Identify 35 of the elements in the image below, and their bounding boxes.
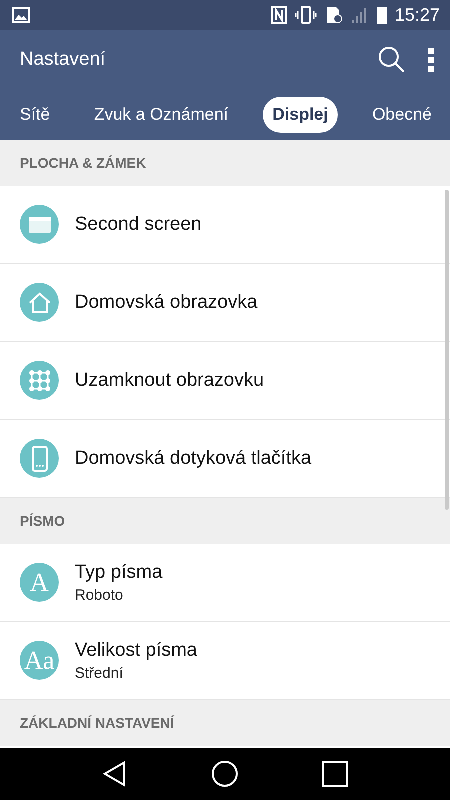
tab[interactable]: Zvuk a Oznámení xyxy=(84,97,239,133)
setting-title: Domovská obrazovka xyxy=(75,292,258,314)
window-icon xyxy=(28,216,52,234)
battery-icon xyxy=(376,6,387,24)
tab[interactable]: Displej xyxy=(262,97,338,133)
font-icon: Aa xyxy=(20,641,59,680)
setting-value: Roboto xyxy=(75,586,124,604)
section-title: PLOCHA & ZÁMEK xyxy=(20,155,146,171)
screen-title: Nastavení xyxy=(20,49,107,71)
tab[interactable]: Sítě xyxy=(10,97,60,133)
search-icon[interactable] xyxy=(378,46,406,74)
setting-title: Typ písma xyxy=(75,562,163,584)
image-icon xyxy=(12,7,30,23)
vibrate-icon xyxy=(294,6,317,24)
setting-title: Uzamknout obrazovku xyxy=(75,370,264,392)
dot-grid-icon xyxy=(28,370,50,392)
setting-title: Velikost písma xyxy=(75,640,198,662)
setting-value: Střední xyxy=(75,664,124,682)
recents-icon[interactable] xyxy=(322,761,348,787)
sd-card-icon xyxy=(324,6,343,24)
font-icon: A xyxy=(20,563,59,602)
clock: 15:27 xyxy=(394,4,440,26)
home-icon xyxy=(28,292,52,314)
setting-title: Domovská dotyková tlačítka xyxy=(75,448,312,470)
back-icon[interactable] xyxy=(102,761,128,787)
section-title: PÍSMO xyxy=(20,513,66,529)
setting-title: Second screen xyxy=(75,214,202,236)
settings-row[interactable]: A Typ písma Roboto xyxy=(0,544,450,622)
nfc-icon xyxy=(270,6,287,24)
tab[interactable]: Obecné xyxy=(362,97,442,133)
signal-icon xyxy=(350,6,369,24)
home-circle-icon[interactable] xyxy=(210,760,239,788)
section-title: ZÁKLADNÍ NASTAVENÍ xyxy=(20,715,174,731)
more-options-icon[interactable] xyxy=(428,48,434,72)
phone-icon xyxy=(32,446,48,472)
